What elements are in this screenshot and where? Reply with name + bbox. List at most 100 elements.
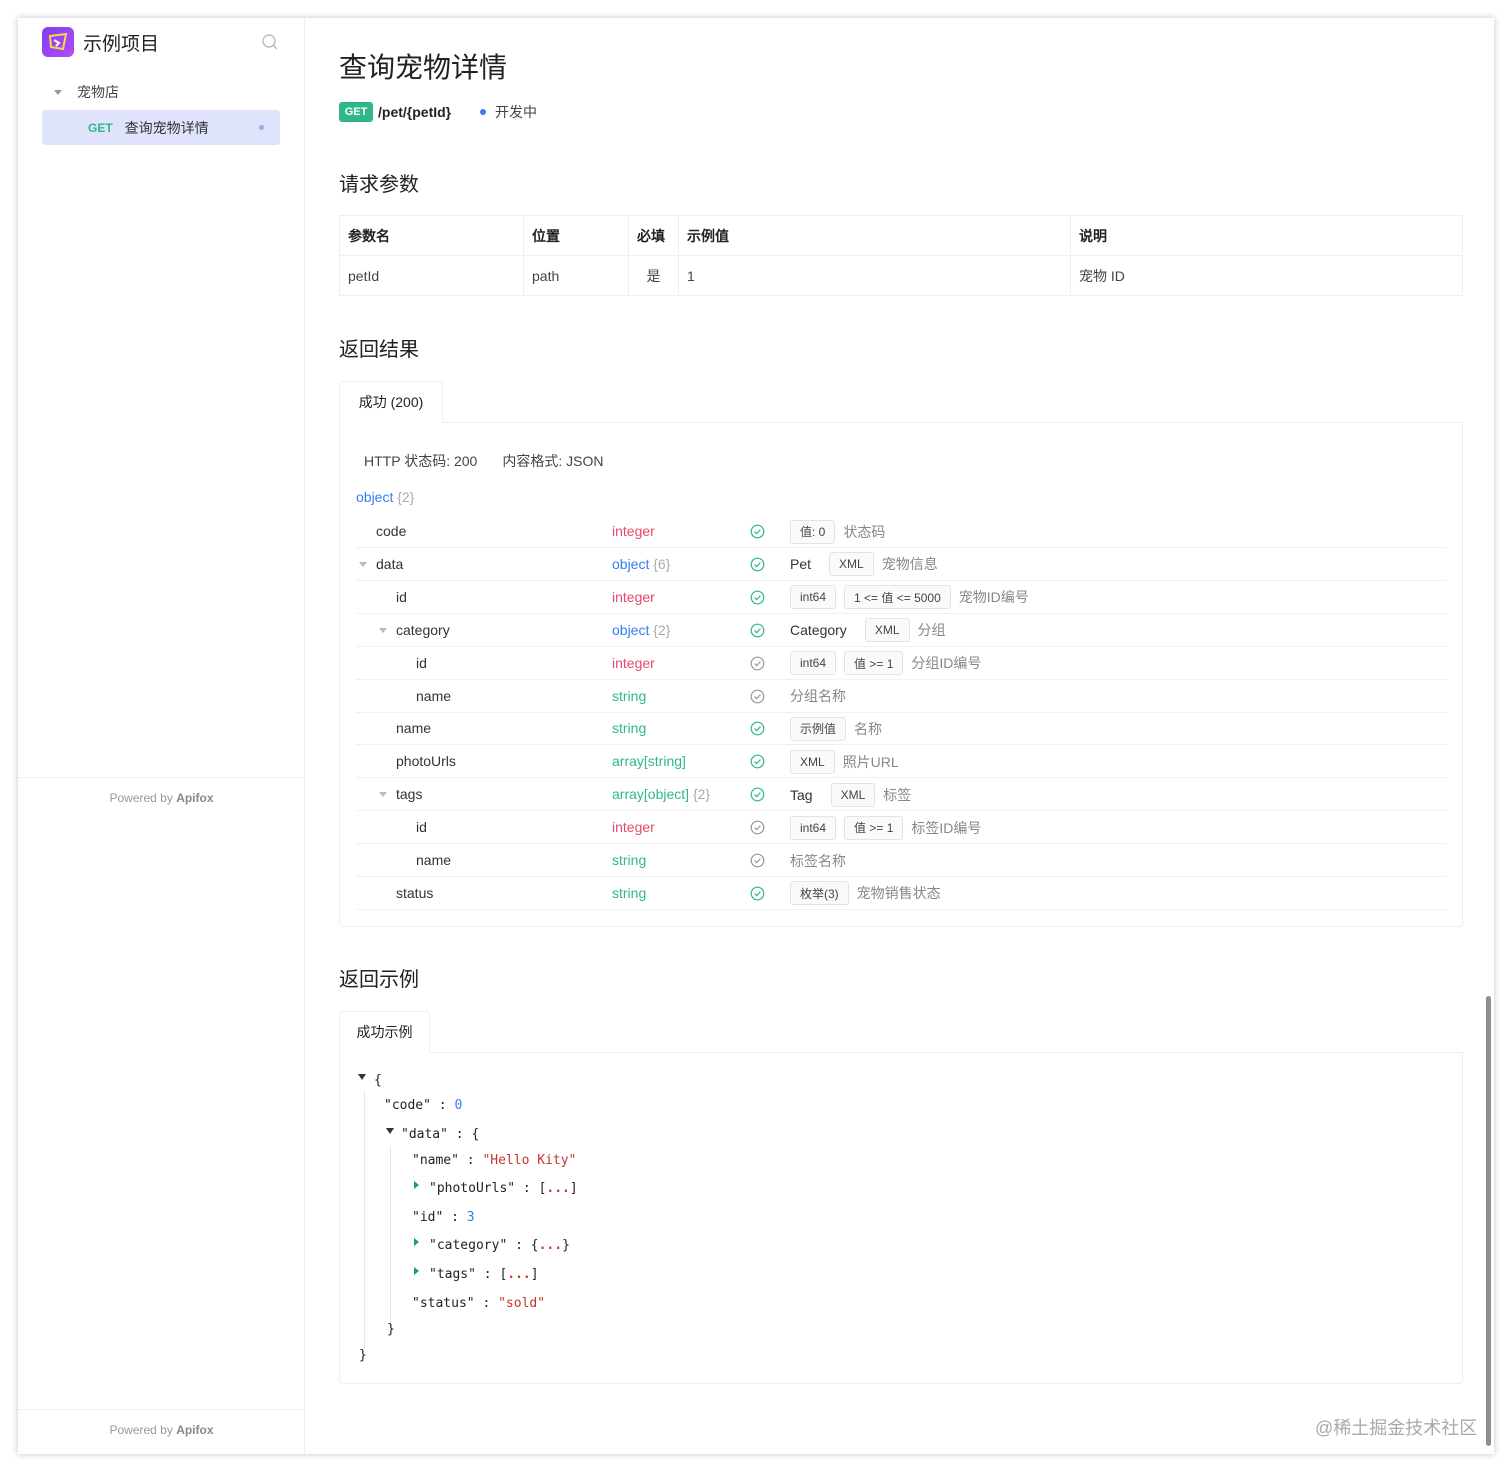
- table-header-row: 参数名 位置 必填 示例值 说明: [339, 215, 1463, 256]
- powered-prefix: Powered by: [109, 1423, 173, 1437]
- field-type-label: integer: [612, 588, 655, 605]
- json-colon: :: [515, 1238, 523, 1253]
- field-desc: 示例值 名称: [790, 716, 890, 741]
- field-tag: XML: [830, 782, 876, 807]
- json-bracket: ]: [530, 1267, 539, 1282]
- expand-toggle-icon[interactable]: [414, 1267, 419, 1275]
- field-type: string: [612, 720, 646, 736]
- expand-toggle-icon[interactable]: [414, 1238, 419, 1246]
- schema-model-name: Tag: [790, 786, 813, 803]
- json-colon: :: [438, 1098, 447, 1113]
- field-description: 标签: [883, 786, 912, 803]
- collapsed-dots[interactable]: ...: [546, 1181, 569, 1196]
- json-key: "tags": [429, 1267, 476, 1282]
- column-header: 必填: [628, 215, 679, 256]
- search-icon[interactable]: [261, 33, 279, 51]
- powered-by[interactable]: Powered by Apifox: [18, 791, 305, 805]
- api-name: 查询宠物详情: [124, 119, 209, 136]
- field-desc: int64 值 >= 1 分组ID编号: [790, 651, 989, 676]
- sidebar-divider: [18, 1409, 305, 1410]
- section-title-request: 请求参数: [339, 174, 419, 196]
- chevron-down-icon[interactable]: [359, 561, 367, 567]
- field-desc: 分组名称: [790, 684, 854, 709]
- json-colon: :: [455, 1127, 464, 1142]
- field-type: string: [612, 852, 646, 868]
- field-type-label: integer: [612, 523, 655, 539]
- status-dot-icon: [480, 109, 486, 115]
- scrollbar[interactable]: [1486, 996, 1491, 1446]
- collapse-toggle-icon[interactable]: [386, 1128, 394, 1134]
- collapse-toggle-icon[interactable]: [358, 1074, 366, 1080]
- example-panel: [339, 1053, 1463, 1384]
- collapsed-dots[interactable]: ...: [507, 1267, 530, 1282]
- sidebar-divider: [18, 777, 305, 778]
- optional-check-icon: [750, 853, 765, 868]
- schema-row: status string 枚举(3) 宠物销售状态: [356, 877, 1446, 910]
- field-count: {2}: [653, 621, 671, 638]
- json-bracket: ]: [569, 1181, 578, 1196]
- json-colon: :: [483, 1267, 492, 1282]
- schema-row[interactable]: data object {6} Pet XML 宠物信息: [356, 548, 1446, 581]
- json-key: "id": [412, 1210, 444, 1225]
- schema-row[interactable]: tags array[object] {2} Tag XML 标签: [356, 778, 1446, 812]
- json-colon: :: [466, 1153, 475, 1168]
- collapsed-dots[interactable]: ...: [539, 1238, 562, 1253]
- response-tabs: 成功 (200): [339, 381, 1463, 423]
- field-name: id: [396, 588, 407, 605]
- schema-row: code integer 值: 0 状态码: [356, 515, 1446, 548]
- chevron-down-icon[interactable]: [379, 792, 387, 798]
- params-table: 参数名 位置 必填 示例值 说明 petId path 是 1 宠物 ID: [339, 215, 1463, 296]
- field-type: integer: [612, 655, 655, 671]
- project-logo-icon: [42, 27, 74, 57]
- api-path: /pet/{petId}: [378, 104, 452, 120]
- api-status[interactable]: 开发中: [495, 102, 537, 122]
- json-key: "status": [412, 1296, 475, 1311]
- field-type-label: string: [612, 852, 647, 868]
- field-description: 分组名称: [790, 688, 846, 704]
- schema-row: id integer int64 值 >= 1 分组ID编号: [356, 647, 1446, 680]
- project-header[interactable]: 示例项目: [42, 27, 159, 57]
- column-header: 示例值: [678, 215, 1071, 256]
- field-type-label: string: [612, 720, 647, 737]
- chevron-down-icon: [54, 89, 62, 95]
- tree-folder-petstore[interactable]: 宠物店: [54, 82, 119, 102]
- indent-guide: [390, 1146, 391, 1324]
- field-type-label: integer: [612, 819, 655, 836]
- indent-guide: [364, 1091, 365, 1349]
- column-header: 位置: [523, 215, 629, 256]
- param-name: petId: [339, 255, 524, 296]
- chevron-down-icon[interactable]: [379, 627, 387, 633]
- powered-prefix: Powered by: [109, 791, 173, 805]
- tab-success-200[interactable]: 成功 (200): [339, 381, 443, 423]
- required-check-icon: [750, 557, 765, 572]
- param-desc: 宠物 ID: [1070, 255, 1463, 296]
- optional-check-icon: [750, 820, 765, 835]
- method-badge: GET: [339, 102, 373, 122]
- json-key: "photoUrls": [429, 1181, 516, 1196]
- param-required: 是: [628, 255, 679, 296]
- field-name: name: [416, 852, 452, 868]
- powered-brand: Apifox: [176, 1423, 214, 1437]
- json-string: "Hello Kity": [482, 1153, 577, 1168]
- json-key: "code": [384, 1098, 431, 1113]
- field-description: 状态码: [843, 523, 886, 540]
- field-type-label: object: [612, 555, 650, 572]
- field-desc: Tag XML 标签: [790, 782, 919, 807]
- field-description: 照片URL: [842, 753, 899, 770]
- field-desc: Category XML 分组: [790, 618, 954, 643]
- field-name: name: [396, 720, 432, 737]
- column-header: 说明: [1070, 215, 1463, 256]
- tree-item-get-pet[interactable]: GET 查询宠物详情: [42, 110, 280, 145]
- json-string: "sold": [498, 1296, 546, 1311]
- sidebar: 示例项目 宠物店 GET 查询宠物详情 Powered by Apifox Po…: [18, 18, 305, 1454]
- field-type: integer: [612, 819, 655, 835]
- expand-toggle-icon[interactable]: [414, 1181, 419, 1189]
- tab-success-example[interactable]: 成功示例: [339, 1011, 430, 1053]
- field-name: name: [416, 687, 452, 704]
- powered-by-footer[interactable]: Powered by Apifox: [18, 1423, 305, 1437]
- schema-row[interactable]: category object {2} Category XML 分组: [356, 614, 1446, 647]
- section-title-response: 返回结果: [339, 339, 419, 361]
- json-key: "data": [401, 1127, 448, 1142]
- field-type: string: [612, 885, 646, 901]
- schema-root: object {2}: [356, 489, 414, 505]
